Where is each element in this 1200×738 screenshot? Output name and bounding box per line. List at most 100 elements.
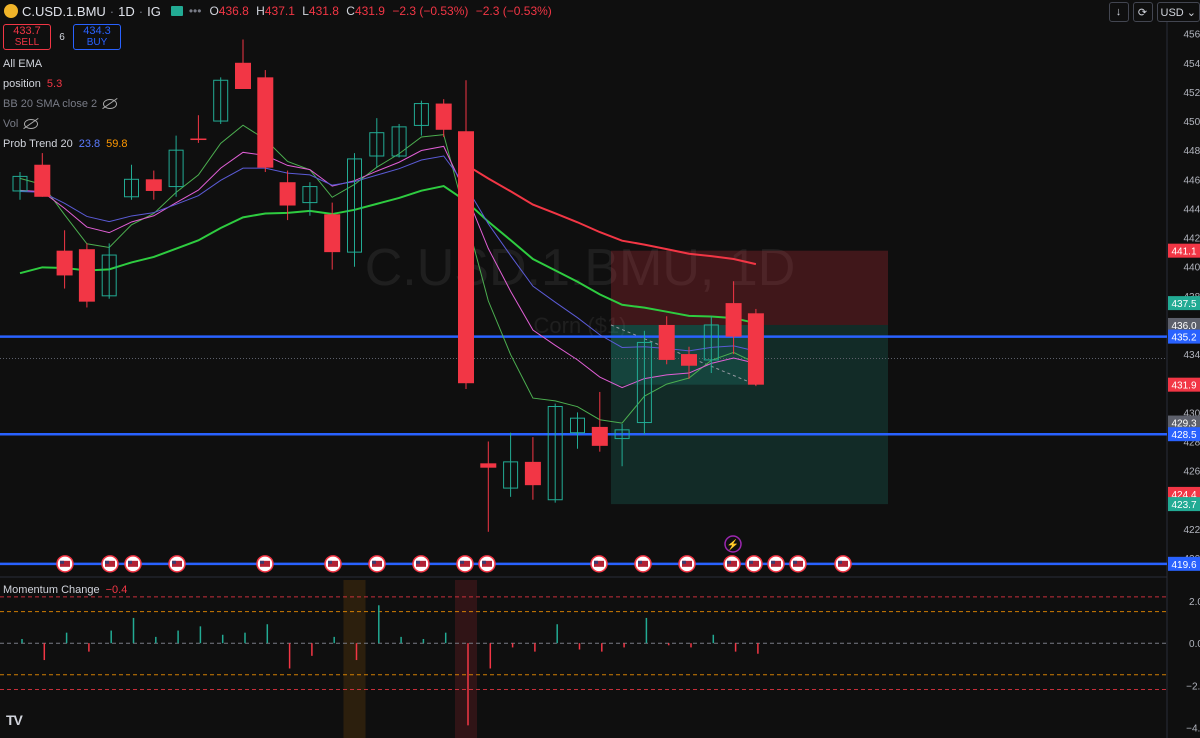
candle (369, 118, 385, 168)
price-tick: 454.0 (1183, 59, 1200, 70)
bb-label: BB 20 SMA close 2 (3, 98, 98, 110)
candle (56, 230, 73, 289)
us-flag-icon (478, 555, 496, 573)
candle (503, 432, 519, 497)
chart-header: C.USD.1.BMU · 1D · IG ••• O436.8 H437.1 … (0, 0, 556, 22)
lightning-glyph: ⚡ (727, 538, 739, 551)
legend-prob-trend[interactable]: Prob Trend 20 23.8 59.8 (3, 138, 128, 150)
us-flag-icon (745, 555, 763, 573)
candle (101, 243, 117, 299)
open-label: O (209, 4, 219, 18)
flag-canton (838, 560, 842, 564)
low-label: L (302, 4, 309, 18)
momentum-tick: −2.0 (1186, 681, 1200, 692)
candle (458, 80, 474, 390)
flag-canton (128, 560, 132, 564)
more-options[interactable]: ••• (189, 4, 202, 18)
sell-label: SELL (14, 37, 40, 48)
market-status-icon[interactable] (170, 6, 183, 16)
candle (591, 391, 608, 452)
flag-canton (260, 560, 264, 564)
interval[interactable]: 1D (118, 4, 135, 19)
sell-button[interactable]: 433.7 SELL (3, 24, 51, 50)
candle (413, 100, 429, 136)
candle-body (458, 131, 474, 384)
candle (34, 153, 51, 197)
candle-body (34, 164, 51, 197)
low-value: 431.8 (308, 4, 339, 18)
currency-select[interactable]: USD ⌄ (1156, 2, 1200, 22)
candle-body (257, 77, 274, 168)
tradingview-logo[interactable]: TV (6, 712, 23, 728)
change-value: −2.3 (−0.53%) (392, 4, 469, 18)
flag-canton (416, 560, 420, 564)
hidden-eye-icon[interactable] (24, 119, 39, 129)
candle-body (725, 303, 742, 337)
position-label: position (3, 78, 41, 90)
lightning-icon: ⚡ (724, 535, 742, 553)
legend-position[interactable]: position 5.3 (3, 78, 62, 90)
legend-vol[interactable]: Vol (3, 118, 39, 130)
price-tick: 446.0 (1183, 175, 1200, 186)
candle-body (235, 62, 251, 89)
price-tick: 442.0 (1183, 234, 1200, 245)
price-tag-label: 428.5 (1171, 430, 1196, 441)
sell-price: 433.7 (13, 25, 41, 37)
quantity[interactable]: 6 (55, 32, 69, 43)
us-flag-icon (590, 555, 608, 573)
price-tick: 426.0 (1183, 467, 1200, 478)
flag-canton (60, 560, 64, 564)
candle (235, 39, 251, 89)
open-value: 436.8 (218, 4, 249, 18)
price-tick: 422.0 (1183, 525, 1200, 536)
us-flag-icon (168, 555, 186, 573)
us-flag-icon (834, 555, 852, 573)
momentum-tick: 2.0 (1189, 597, 1200, 608)
candle (124, 164, 139, 200)
hidden-eye-icon[interactable] (103, 99, 118, 109)
price-tick: 456.0 (1183, 30, 1200, 41)
candle (145, 170, 162, 200)
candle-body (145, 179, 162, 191)
candle (524, 437, 541, 500)
legend-momentum[interactable]: Momentum Change −0.4 (3, 584, 127, 596)
price-chart[interactable]: C.USD.1.BMU, 1DCorn ($1)⚡456.0454.0452.0… (0, 0, 1200, 738)
download-button[interactable]: ↓ (1108, 2, 1129, 22)
candle (213, 77, 229, 124)
us-flag-icon (368, 555, 386, 573)
candle-body (56, 250, 73, 276)
momentum-tick: 0.0 (1189, 639, 1200, 650)
price-tick: 440.0 (1183, 263, 1200, 274)
candle (78, 243, 95, 308)
momentum-highlight (455, 580, 477, 738)
price-tag-label: 423.7 (1171, 500, 1196, 511)
candle (391, 123, 407, 158)
us-flag-icon (723, 555, 741, 573)
legend-ema[interactable]: All EMA (3, 58, 42, 70)
candle (435, 99, 452, 138)
flag-canton (482, 560, 486, 564)
candle (168, 135, 184, 197)
sync-button[interactable]: ⟳ (1132, 2, 1153, 22)
prob-trend-label: Prob Trend 20 (3, 138, 73, 150)
flag-canton (460, 560, 464, 564)
legend-bb[interactable]: BB 20 SMA close 2 (3, 98, 118, 110)
price-tick: 452.0 (1183, 88, 1200, 99)
price-tick: 444.0 (1183, 204, 1200, 215)
buy-button[interactable]: 434.3 BUY (73, 24, 121, 50)
close-value: 431.9 (354, 4, 385, 18)
momentum-tick: −4.0 (1186, 723, 1200, 734)
us-flag-icon (456, 555, 474, 573)
symbol-info[interactable]: C.USD.1.BMU · 1D · IG (0, 4, 161, 19)
flag-canton (105, 560, 109, 564)
trade-panel: 433.7 SELL 6 434.3 BUY (3, 24, 121, 50)
flag-canton (682, 560, 686, 564)
us-flag-icon (412, 555, 430, 573)
vol-label: Vol (3, 118, 19, 130)
flag-canton (749, 560, 753, 564)
candle-body (435, 103, 452, 130)
price-tick: 448.0 (1183, 146, 1200, 157)
symbol-name[interactable]: C.USD.1.BMU (22, 4, 106, 19)
price-tag-label: 435.2 (1171, 333, 1196, 344)
candle (257, 70, 274, 173)
